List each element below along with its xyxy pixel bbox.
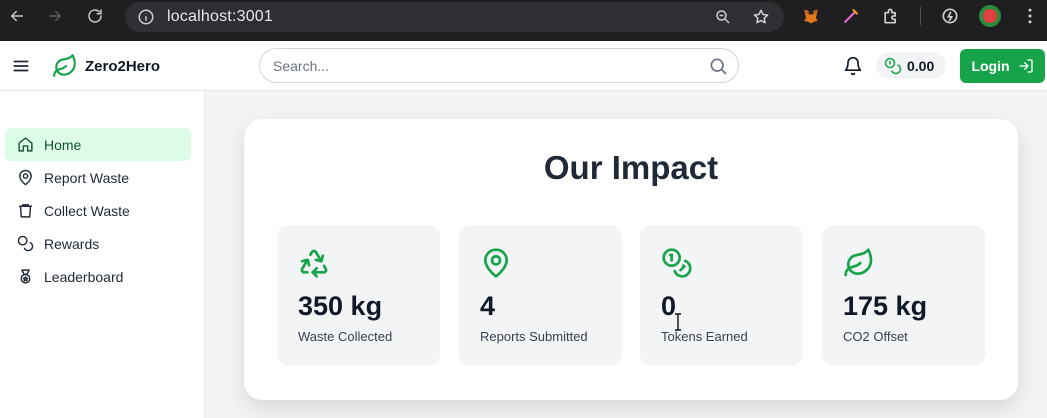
reload-button[interactable] <box>81 2 109 30</box>
arrow-left-icon <box>10 10 23 22</box>
hamburger-menu-button[interactable] <box>12 57 30 75</box>
sidebar-item-collect-waste[interactable]: Collect Waste <box>5 194 191 227</box>
reload-icon <box>88 9 102 23</box>
stat-label: Waste Collected <box>298 329 393 344</box>
color-picker-extension-icon[interactable] <box>840 5 862 27</box>
stat-label: CO2 Offset <box>843 329 908 344</box>
impact-card: Our Impact 350 kg Waste Collected 4 Repo… <box>244 119 1018 400</box>
performance-icon[interactable] <box>939 5 961 27</box>
browser-toolbar: localhost:3001 <box>0 0 1047 41</box>
menu-icon <box>13 60 29 72</box>
site-info-icon[interactable] <box>137 8 155 26</box>
metamask-extension-icon[interactable] <box>800 5 822 27</box>
bookmark-star-icon[interactable] <box>752 8 770 26</box>
zoom-icon[interactable] <box>714 8 732 26</box>
toolbar-divider <box>920 7 921 25</box>
sidebar-item-leaderboard[interactable]: Leaderboard <box>5 260 191 293</box>
medal-icon <box>20 269 31 284</box>
search-bar[interactable] <box>259 48 739 83</box>
sidebar-item-label: Collect Waste <box>44 202 130 219</box>
notifications-button[interactable] <box>843 56 863 76</box>
forward-button[interactable] <box>41 2 69 30</box>
map-pin-icon <box>19 169 32 186</box>
app-logo[interactable]: Zero2Hero <box>52 53 160 79</box>
search-input[interactable] <box>273 57 693 74</box>
leaf-logo-icon <box>53 54 76 77</box>
browser-menu-button[interactable] <box>1019 5 1041 27</box>
stat-card-waste-collected: 350 kg Waste Collected <box>277 225 440 366</box>
recycle-icon <box>300 249 328 278</box>
coins-icon <box>662 248 692 278</box>
token-balance: 0.00 <box>876 52 946 79</box>
sidebar: Home Report Waste Collect Waste Rewards … <box>0 91 205 418</box>
url-text: localhost:3001 <box>167 8 273 25</box>
stat-value: 4 <box>480 291 496 321</box>
impact-title: Our Impact <box>543 149 719 186</box>
stat-label: Tokens Earned <box>661 329 748 344</box>
stat-card-tokens-earned: 0 Tokens Earned <box>640 225 803 366</box>
back-button[interactable] <box>3 2 31 30</box>
sidebar-item-label: Leaderboard <box>44 268 124 285</box>
sidebar-item-rewards[interactable]: Rewards <box>5 227 191 260</box>
search-icon[interactable] <box>708 56 728 76</box>
coins-icon <box>17 235 34 252</box>
app-name: Zero2Hero <box>85 57 161 75</box>
home-icon <box>18 137 33 152</box>
address-bar[interactable]: localhost:3001 <box>125 2 784 32</box>
sidebar-item-report-waste[interactable]: Report Waste <box>5 161 191 194</box>
profile-avatar[interactable] <box>979 5 1001 27</box>
login-button[interactable]: Login <box>960 49 1045 83</box>
stat-label: Reports Submitted <box>480 329 588 344</box>
stat-value: 350 kg <box>298 291 383 321</box>
coins-icon <box>884 57 902 74</box>
stat-card-co2-offset: 175 kg CO2 Offset <box>822 225 985 366</box>
extensions-puzzle-icon[interactable] <box>880 5 902 27</box>
bell-icon <box>844 56 862 76</box>
balance-value: 0.00 <box>907 57 935 74</box>
sidebar-item-label: Report Waste <box>44 169 130 186</box>
app-header: Zero2Hero 0.00 Login <box>0 41 1047 91</box>
stat-value: 175 kg <box>843 291 928 321</box>
sidebar-item-home[interactable]: Home <box>5 128 191 161</box>
more-vertical-icon <box>1028 8 1032 24</box>
trash-icon <box>19 204 32 218</box>
leaf-icon <box>844 248 873 277</box>
sidebar-item-label: Home <box>44 136 82 153</box>
map-pin-icon <box>483 248 509 279</box>
log-in-icon <box>1018 59 1033 73</box>
stat-card-reports-submitted: 4 Reports Submitted <box>459 225 622 366</box>
sidebar-item-label: Rewards <box>44 235 100 252</box>
text-cursor-icon <box>673 313 683 331</box>
arrow-right-icon <box>49 10 62 22</box>
login-label: Login <box>971 58 1010 74</box>
